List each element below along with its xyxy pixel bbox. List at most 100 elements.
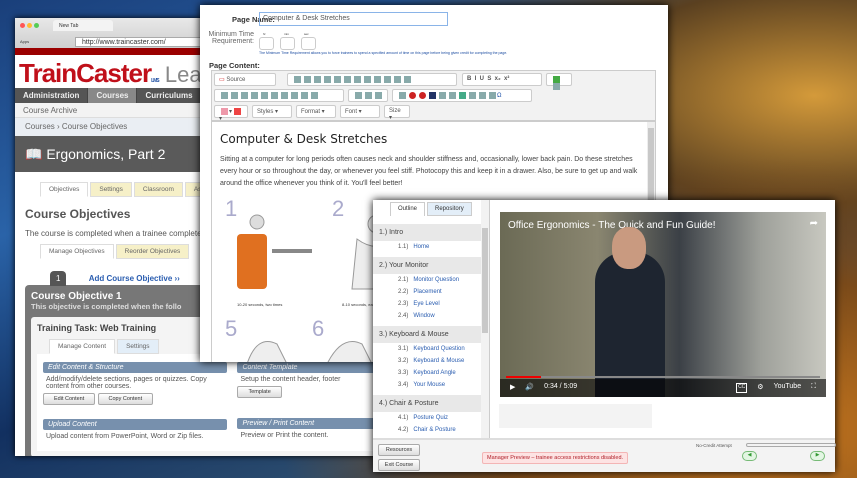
exit-course-button[interactable]: Exit Course xyxy=(378,459,420,471)
toolbar-group-maximize[interactable] xyxy=(546,73,572,91)
font-dropdown[interactable]: Font ▾ xyxy=(340,105,380,118)
toolbar-group-edit[interactable] xyxy=(287,73,457,86)
outline-item[interactable]: 3.1) Keyboard Question xyxy=(373,343,482,355)
tab-settings[interactable]: Settings xyxy=(90,182,132,197)
breadcrumb-objectives: Course Objectives xyxy=(61,122,128,131)
outline-item[interactable]: 2.1) Monitor Question xyxy=(373,274,482,286)
settings-icon[interactable]: ⚙ xyxy=(757,383,763,393)
volume-icon[interactable]: 🔊 xyxy=(525,383,534,393)
nav-curriculums[interactable]: Curriculums xyxy=(137,88,202,103)
apps-bookmark[interactable]: Apps xyxy=(20,39,29,44)
toolbar-group-links[interactable] xyxy=(348,89,388,102)
edit-content-button[interactable]: Edit Content xyxy=(43,393,96,405)
tab-manage-content[interactable]: Manage Content xyxy=(49,339,116,354)
resources-button[interactable]: Resources xyxy=(378,444,420,456)
course-player-window: Outline Repository 1.) Intro 1.1) Home 2.) … xyxy=(373,200,836,472)
figure-1-number: 1 xyxy=(225,196,237,221)
figure-2-number: 2 xyxy=(332,196,344,221)
sec-label: sec xyxy=(304,32,309,36)
player-footer: Resources Exit Course Manager Preview – … xyxy=(373,438,836,472)
tab-classroom[interactable]: Classroom xyxy=(133,182,183,197)
nav-courses[interactable]: Courses xyxy=(88,88,138,103)
manager-preview-notice: Manager Preview – trainee access restric… xyxy=(482,452,629,464)
min-time-label: Minimum Time Requirement: xyxy=(208,31,254,45)
color-buttons[interactable]: ▾▾ xyxy=(214,105,248,122)
copy-content-button[interactable]: Copy Content xyxy=(97,393,154,405)
figure-5-number: 5 xyxy=(225,316,237,341)
hours-input[interactable] xyxy=(259,37,274,50)
outline-section: 3.) Keyboard & Mouse xyxy=(373,326,482,343)
tab-task-settings[interactable]: Settings xyxy=(117,339,159,354)
outline-list: 1.) Intro 1.1) Home 2.) Your Monitor 2.1) Mon… xyxy=(373,224,482,438)
breadcrumb-courses[interactable]: Courses xyxy=(25,122,55,131)
maximize-dot[interactable] xyxy=(34,23,39,28)
add-objective-link[interactable]: Add Course Objective ›› xyxy=(89,274,180,283)
tab-objectives[interactable]: Objectives xyxy=(40,182,89,197)
outline-item[interactable]: 3.2) Keyboard & Mouse xyxy=(373,355,482,367)
book-icon: 📖 xyxy=(25,146,43,162)
video-player[interactable]: Office Ergonomics - The Quick and Fun Gu… xyxy=(500,212,826,397)
cc-button[interactable]: CC xyxy=(736,383,748,393)
format-dropdown[interactable]: Format ▾ xyxy=(296,105,336,118)
toolbar-group-insert[interactable]: Ω xyxy=(392,89,532,102)
figure-1-chair xyxy=(237,234,267,289)
video-progress-bar[interactable] xyxy=(506,376,820,378)
outline-item[interactable]: 3.3) Keyboard Angle xyxy=(373,367,482,379)
preview-content-text: Preview or Print the content. xyxy=(240,432,329,439)
outline-scrollbar[interactable] xyxy=(481,200,489,438)
toolbar-group-lists[interactable] xyxy=(214,89,344,102)
template-button[interactable]: Template xyxy=(237,386,282,398)
preview-content-bar: Preview / Print Content xyxy=(237,418,377,429)
styles-dropdown[interactable]: Styles ▾ xyxy=(252,105,292,118)
seconds-input[interactable] xyxy=(301,37,316,50)
outline-item[interactable]: 4.1) Posture Quiz xyxy=(373,412,482,424)
size-dropdown[interactable]: Size ▾ xyxy=(384,105,410,121)
outline-item[interactable]: 2.2) Placement xyxy=(373,286,482,298)
upload-content-bar: Upload Content xyxy=(43,419,228,430)
editor-toolbar: ▭ Source B I U S x₂ x² Ω ▾▾ Styles ▾ For… xyxy=(211,70,656,122)
tab-manage-objectives[interactable]: Manage Objectives xyxy=(40,244,114,259)
figure-1-caption: 10-20 seconds, two times xyxy=(237,302,282,307)
outline-item[interactable]: 2.4) Window xyxy=(373,310,482,322)
attempt-progress xyxy=(746,443,836,447)
hr-label: hr xyxy=(263,32,266,36)
figure-6-number: 6 xyxy=(312,316,324,341)
youtube-logo[interactable]: YouTube xyxy=(774,383,802,393)
nav-administration[interactable]: Administration xyxy=(15,88,89,103)
objective-number-tab[interactable]: 1 xyxy=(50,271,67,286)
outline-section: 2.) Your Monitor xyxy=(373,257,482,274)
outline-item[interactable]: 4.2) Chair & Posture xyxy=(373,424,482,436)
outline-item[interactable]: 2.3) Eye Level xyxy=(373,298,482,310)
video-time: 0:34 / 5:09 xyxy=(544,383,578,390)
page-name-input[interactable]: Computer & Desk Stretches xyxy=(259,12,448,26)
source-button[interactable]: ▭ Source xyxy=(214,73,276,86)
minimize-dot[interactable] xyxy=(27,23,32,28)
outline-section: 4.) Chair & Posture xyxy=(373,395,482,412)
next-page-button[interactable]: ▶ xyxy=(810,451,825,461)
content-placeholder xyxy=(499,404,652,428)
upload-content-text: Upload content from PowerPoint, Word or … xyxy=(46,433,204,440)
tab-repository[interactable]: Repository xyxy=(427,202,472,216)
no-credit-label: No-Credit Attempt xyxy=(696,443,732,448)
share-icon[interactable]: ➦ xyxy=(810,218,818,229)
content-title: Computer & Desk Stretches xyxy=(220,132,388,146)
browser-tab[interactable]: New Tab xyxy=(53,20,113,31)
close-dot[interactable] xyxy=(20,23,25,28)
play-icon[interactable]: ▶ xyxy=(510,383,515,393)
minutes-input[interactable] xyxy=(280,37,295,50)
course-title: Ergonomics, Part 2 xyxy=(46,146,166,162)
min-time-help: The Minimum Time Requirement allows you … xyxy=(259,51,508,55)
content-template-text: Setup the content header, footer xyxy=(240,376,341,383)
outline-item[interactable]: 1.1) Home xyxy=(373,241,482,253)
tab-outline[interactable]: Outline xyxy=(390,202,426,216)
toolbar-group-format[interactable]: B I U S x₂ x² xyxy=(462,73,542,86)
tab-reorder-objectives[interactable]: Reorder Objectives xyxy=(115,244,190,259)
edit-content-text: Add/modify/delete sections, pages or qui… xyxy=(46,376,207,390)
fullscreen-icon[interactable]: ⛶ xyxy=(811,383,816,393)
video-title: Office Ergonomics - The Quick and Fun Gu… xyxy=(508,220,716,231)
video-controls: ▶ 🔊 0:34 / 5:09 CC ⚙ YouTube ⛶ xyxy=(500,379,826,397)
page-content-label: Page Content: xyxy=(209,61,260,70)
edit-content-bar: Edit Content & Structure xyxy=(43,362,228,373)
outline-item[interactable]: 3.4) Your Mouse xyxy=(373,379,482,391)
prev-page-button[interactable]: ◀ xyxy=(742,451,757,461)
